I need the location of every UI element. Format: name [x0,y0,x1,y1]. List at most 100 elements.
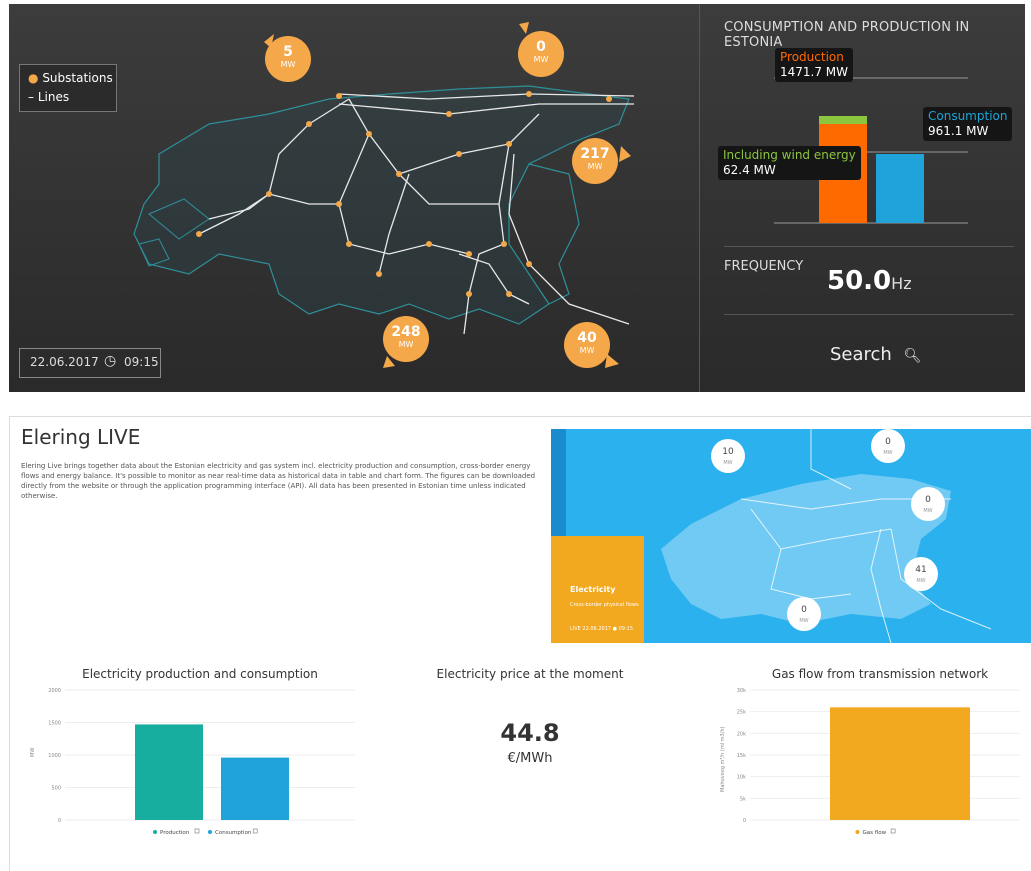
gas-flow-chart: 0 5k 10k 15k 20k 25k 30k Mahuvoog m³/h (ml m3/… [720,688,1020,836]
substation [336,93,342,99]
price-value: 44.8 [500,719,560,747]
flow-unit: MW [533,55,549,64]
mini-flow-bubble[interactable]: 0 MW [787,597,821,631]
grid-map[interactable]: ● Substations – Lines 5 MW 0 MW 217 MW 2… [9,4,699,392]
divider [724,314,1014,315]
map-legend: ● Substations – Lines [19,64,117,112]
chart-bars [830,707,970,820]
y-tick-label: 2000 [48,688,61,694]
legend-checkbox[interactable] [194,828,200,834]
y-tick-label: 1000 [48,753,61,759]
flow-bubble[interactable]: 0 MW [518,31,564,77]
bar-gas-flow[interactable] [830,707,970,820]
substation [426,241,432,247]
wind-label: Including wind energy [723,148,856,162]
y-tick-label: 25k [737,710,746,716]
flow-bubble[interactable]: 40 MW [564,322,610,368]
legend-checkbox[interactable] [890,828,896,834]
substation [306,121,312,127]
legend-checkbox[interactable] [252,828,258,834]
search-icon: 🔍︎ [903,348,922,364]
mini-flow-bubble[interactable]: 10 MW [711,439,745,473]
clock-icon: ● [612,626,618,632]
chart-legend[interactable]: Gas flow [855,828,896,836]
arrow-icon [519,22,529,34]
flow-bubble[interactable]: 248 MW [383,316,429,362]
y-tick-label: 5k [740,796,746,802]
bar-production[interactable] [135,724,203,820]
wind-value: 62.4 MW [723,163,776,177]
flow-unit: MW [280,60,296,69]
frequency-value: 50.0 [827,266,892,296]
legend-swatch [208,830,212,834]
mini-flow-bubble[interactable]: 41 MW [904,557,938,591]
consumption-bar [876,154,924,223]
arrow-icon [619,146,631,162]
legend-lines-label: Lines [37,90,70,104]
legend-swatch [153,830,157,834]
dot-icon: ● [28,71,39,85]
bubble-value: 0 [801,605,807,615]
electricity-panel[interactable]: Electricity Cross-border physical flows … [566,536,644,643]
date-text: 22.06.2017 [30,355,99,369]
substation [501,241,507,247]
nav-tab-gas[interactable] [551,429,566,536]
substation [336,201,342,207]
flow-value: 248 [391,324,421,340]
substation [266,191,272,197]
legend-swatch [855,830,860,834]
bubble-value: 41 [915,565,927,575]
legend-substations: ● Substations [28,71,113,85]
y-tick-label: 0 [743,818,746,824]
wind-tag: Including wind energy 62.4 MW [718,146,861,180]
price-title: Electricity price at the moment [436,667,624,681]
panel-subtitle: Cross-border physical flows [570,602,639,608]
consumption-value: 961.1 MW [928,124,989,138]
substation [606,96,612,102]
dash-icon: – [28,90,34,104]
bubble-unit: MW [883,450,893,456]
legend-substations-label: Substations [42,71,113,85]
substation [526,91,532,97]
consumption-label: Consumption [928,109,1008,123]
price-unit: €/MWh [507,751,553,766]
legend-label: Consumption [215,830,252,836]
substation [366,131,372,137]
flow-bubble[interactable]: 217 MW [572,138,618,184]
mini-map-widget[interactable]: Electricity Cross-border physical flows … [551,429,1031,643]
y-tick-label: 30k [737,688,746,694]
chart-legend[interactable]: Production Consumption [153,828,258,836]
y-tick-label: 1500 [48,721,61,727]
bubble-unit: MW [916,578,926,584]
bubble-value: 0 [925,495,931,505]
legend-label: Production [160,830,190,836]
frequency-unit: Hz [891,274,912,293]
mini-nav[interactable] [551,429,566,643]
gas-flow-chart-title: Gas flow from transmission network [771,667,989,681]
bubble-unit: MW [799,618,809,624]
substation [446,111,452,117]
legend-lines: – Lines [28,90,69,104]
production-consumption-chart-title: Electricity production and consumption [82,667,318,681]
production-value: 1471.7 MW [780,65,849,79]
panel-time: 09:15 [618,626,634,632]
nav-tab-electricity[interactable] [551,536,566,643]
mini-flow-bubble[interactable]: 0 MW [871,429,905,463]
time-text: 09:15 [124,355,159,369]
bubble-value: 0 [885,437,891,447]
frequency-readout: 50.0Hz [827,266,912,296]
flow-value: 0 [536,39,546,55]
consumption-production-panel: CONSUMPTION AND PRODUCTION IN ESTONIA Pr… [699,4,1026,392]
flow-unit: MW [587,162,603,171]
panel-date-row: LIVE 22.06.2017 ● 09:15 [570,626,633,632]
search-button[interactable]: Search 🔍︎ [830,344,921,365]
flow-unit: MW [398,340,414,349]
y-tick-label: 10k [737,775,746,781]
bar-consumption[interactable] [221,757,289,820]
y-tick-label: 0 [58,818,61,824]
mini-flow-bubble[interactable]: 0 MW [911,487,945,521]
y-tick-label: 20k [737,731,746,737]
bubble-unit: MW [923,508,933,514]
flow-bubble[interactable]: 5 MW [265,36,311,82]
date-time-picker[interactable]: 22.06.2017 ◷ 09:15 [19,348,161,378]
